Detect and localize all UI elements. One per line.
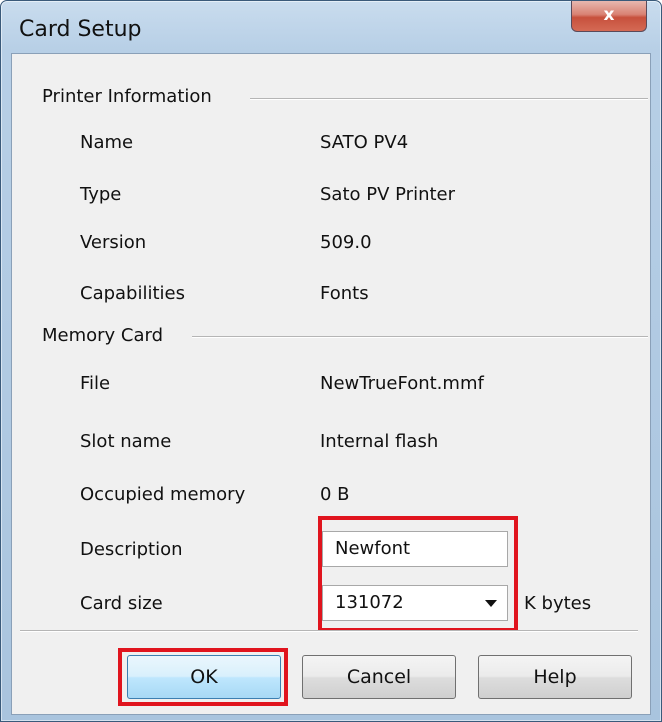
name-value: SATO PV4: [320, 132, 409, 153]
cancel-button[interactable]: Cancel: [302, 655, 456, 699]
type-value: Sato PV Printer: [320, 184, 456, 205]
memory-card-heading: Memory Card: [42, 325, 176, 346]
memory-card-divider: [192, 336, 648, 338]
ok-highlight-box: [118, 648, 288, 706]
occupied-memory-value: 0 B: [320, 484, 350, 505]
slot-name-value: Internal flash: [320, 431, 439, 452]
dialog-title: Card Setup: [19, 17, 142, 42]
card-size-label: Card size: [80, 593, 163, 614]
button-separator: [20, 630, 638, 632]
file-label: File: [80, 373, 111, 394]
version-label: Version: [80, 232, 147, 253]
card-size-unit: K bytes: [524, 593, 592, 614]
title-bar[interactable]: Card Setup x: [1, 1, 661, 45]
occupied-memory-label: Occupied memory: [80, 484, 246, 505]
help-button[interactable]: Help: [478, 655, 632, 699]
fields-highlight-box: [318, 516, 518, 632]
printer-info-heading: Printer Information: [42, 86, 224, 107]
capabilities-value: Fonts: [320, 283, 369, 304]
close-button[interactable]: x: [571, 1, 647, 32]
type-label: Type: [80, 184, 122, 205]
file-value: NewTrueFont.mmf: [320, 373, 484, 394]
close-icon: x: [603, 5, 615, 25]
version-value: 509.0: [320, 232, 372, 253]
printer-info-divider: [250, 98, 648, 100]
capabilities-label: Capabilities: [80, 283, 185, 304]
name-label: Name: [80, 132, 134, 153]
description-label: Description: [80, 539, 183, 560]
slot-name-label: Slot name: [80, 431, 172, 452]
